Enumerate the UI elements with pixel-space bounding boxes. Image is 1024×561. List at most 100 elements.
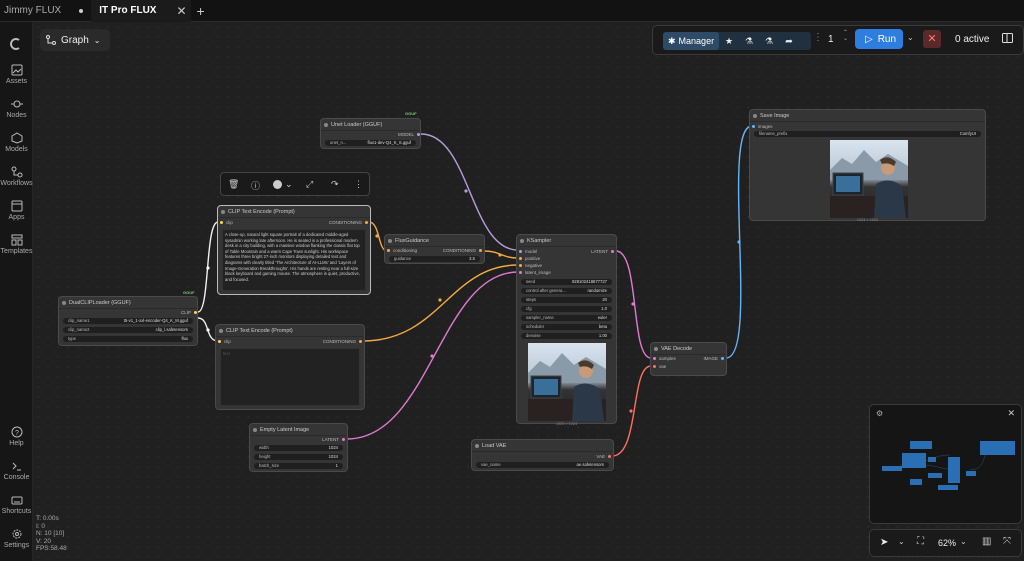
node-clip-text-encode-negative[interactable]: CLIP Text Encode (Prompt) clip CONDITION… xyxy=(215,324,365,410)
node-load-vae[interactable]: Load VAE VAE vae_name ae.safetensors xyxy=(471,439,614,471)
output-conditioning[interactable]: CONDITIONING xyxy=(443,248,483,253)
node-selection-toolbar: 🗑 ⓘ ⌄ ⤢ ↷ ⋮ xyxy=(220,172,370,196)
seed-widget[interactable]: seed 828102418677727 xyxy=(521,279,612,285)
denoise-widget[interactable]: denoise 1.00 xyxy=(521,333,612,339)
chevron-down-icon[interactable]: ⌄ xyxy=(285,179,293,190)
fit-view-icon[interactable]: ⛶ xyxy=(917,536,924,547)
unet-name-widget[interactable]: unet_n... flux1-dev-Q4_K_S.gguf xyxy=(325,140,416,146)
node-title: Load VAE xyxy=(472,440,613,452)
cfg-widget[interactable]: cfg 1.0 xyxy=(521,306,612,312)
bypass-icon[interactable]: ↷ xyxy=(331,179,339,190)
preview-image xyxy=(528,343,606,421)
output-latent[interactable]: LATENT xyxy=(591,249,614,254)
output-image[interactable]: IMAGE xyxy=(703,356,724,361)
widget-label: control after genera... xyxy=(526,288,566,293)
input-model[interactable]: model xyxy=(519,249,537,254)
link-midpoint[interactable] xyxy=(629,409,633,413)
graph-mode-button[interactable]: Graph ⌄ xyxy=(40,29,110,51)
link-midpoint[interactable] xyxy=(737,240,741,244)
stepper-icon[interactable]: ⌃ ⌄ xyxy=(843,30,848,42)
widget-value: 20 xyxy=(602,297,607,302)
chevron-down-icon[interactable]: ⌄ xyxy=(898,537,905,546)
node-vae-decode[interactable]: VAE Decode samples vae IMAGE xyxy=(650,342,727,376)
height-widget[interactable]: height 1024 xyxy=(254,454,343,460)
active-queue-label[interactable]: 0 active xyxy=(955,34,989,45)
saved-image xyxy=(830,140,908,218)
prompt-textarea[interactable]: A close-up, natural light square portrai… xyxy=(222,229,366,291)
node-save-image[interactable]: Save Image images filename_prefix ComfyUI… xyxy=(749,109,986,222)
guidance-widget[interactable]: guidance 3.5 xyxy=(389,256,480,262)
batch-size-widget[interactable]: batch_size 1 xyxy=(254,463,343,469)
input-negative[interactable]: negative xyxy=(519,263,542,268)
flask-edit-icon[interactable]: ⚗ xyxy=(759,36,779,47)
link-visibility-icon[interactable]: ⤧ xyxy=(1003,536,1011,547)
scheduler-widget[interactable]: scheduler beta xyxy=(521,324,612,330)
map-icon[interactable]: ▥ xyxy=(982,536,991,547)
panel-toggle-icon[interactable] xyxy=(1002,33,1013,43)
node-title: CLIP Text Encode (Prompt) xyxy=(218,206,370,218)
star-icon[interactable]: ★ xyxy=(719,36,739,47)
link-midpoint[interactable] xyxy=(375,234,379,238)
fit-view-icon[interactable]: ⤢ xyxy=(306,179,313,190)
link-midpoint[interactable] xyxy=(206,266,210,270)
widget-label: seed xyxy=(526,279,536,284)
input-latent-image[interactable]: latent_image xyxy=(519,270,551,275)
stat-line: FPS:58.48 xyxy=(36,545,67,552)
filename-prefix-widget[interactable]: filename_prefix ComfyUI xyxy=(754,131,981,137)
output-model[interactable]: MODEL xyxy=(398,132,421,137)
manager-button[interactable]: ✱ Manager xyxy=(663,32,720,50)
link-midpoint[interactable] xyxy=(631,302,635,306)
input-conditioning[interactable]: conditioning xyxy=(387,248,417,253)
info-icon[interactable]: ⓘ xyxy=(251,179,260,192)
output-conditioning[interactable]: CONDITIONING xyxy=(323,339,363,344)
widget-value: flux xyxy=(181,336,188,341)
link-midpoint[interactable] xyxy=(206,328,210,332)
input-images[interactable]: images xyxy=(752,124,773,129)
trash-icon[interactable]: 🗑 xyxy=(228,179,239,190)
negative-prompt-textarea[interactable]: text xyxy=(220,348,360,406)
widget-label: denoise xyxy=(526,333,541,338)
select-cursor-icon[interactable]: ➤ xyxy=(880,537,888,548)
output-vae[interactable]: VAE xyxy=(596,454,611,459)
node-unet-loader[interactable]: Unet Loader (GGUF) MODEL unet_n... flux1… xyxy=(320,118,421,149)
input-positive[interactable]: positive xyxy=(519,256,540,261)
node-clip-text-encode-positive[interactable]: CLIP Text Encode (Prompt) clip CONDITION… xyxy=(217,205,371,295)
node-empty-latent-image[interactable]: Empty Latent Image LATENT width 1024 heig… xyxy=(249,423,348,472)
clip-name2-widget[interactable]: clip_name2 clip_l.safetensors xyxy=(63,327,193,333)
flask-icon[interactable]: ⚗ xyxy=(739,36,759,47)
output-clip[interactable]: CLIP xyxy=(181,310,198,315)
type-widget[interactable]: type flux xyxy=(63,336,193,342)
play-icon: ▷ xyxy=(865,33,873,45)
output-latent[interactable]: LATENT xyxy=(322,437,345,442)
link-midpoint[interactable] xyxy=(430,354,434,358)
more-menu-icon[interactable]: ⋮ xyxy=(354,179,363,190)
clip-name1-widget[interactable]: clip_name1 t5-v1_1-xxl-encoder-Q4_K_M.ggu… xyxy=(63,318,193,324)
node-ksampler[interactable]: KSampler model positive negative latent_… xyxy=(516,234,617,426)
output-conditioning[interactable]: CONDITIONING xyxy=(329,220,369,225)
queue-divider-icon: ⋮ xyxy=(813,32,823,43)
vae-name-widget[interactable]: vae_name ae.safetensors xyxy=(476,462,609,468)
link-midpoint[interactable] xyxy=(464,189,468,193)
width-widget[interactable]: width 1024 xyxy=(254,445,343,451)
color-picker-icon[interactable] xyxy=(273,180,282,189)
node-flux-guidance[interactable]: FluxGuidance conditioning CONDITIONING g… xyxy=(384,234,485,264)
link-midpoint[interactable] xyxy=(498,253,502,257)
minimap[interactable]: ⚙ ✕ xyxy=(869,404,1022,524)
input-samples[interactable]: samples xyxy=(653,356,676,361)
share-icon[interactable]: ➦ xyxy=(779,36,799,47)
stop-button[interactable]: ✕ xyxy=(923,30,941,48)
link-midpoint[interactable] xyxy=(438,298,442,302)
zoom-level[interactable]: 62% xyxy=(938,538,956,548)
run-button[interactable]: ▷ Run xyxy=(855,29,903,49)
input-clip[interactable]: clip xyxy=(218,339,231,344)
input-vae[interactable]: vae xyxy=(653,364,666,369)
sampler-name-widget[interactable]: sampler_name euler xyxy=(521,315,612,321)
run-options-chevron-icon[interactable]: ⌄ xyxy=(907,33,914,42)
input-clip[interactable]: clip xyxy=(220,220,233,225)
node-title: KSampler xyxy=(517,235,616,247)
chevron-down-icon[interactable]: ⌄ xyxy=(960,537,967,546)
steps-widget[interactable]: steps 20 xyxy=(521,297,612,303)
node-dual-clip-loader[interactable]: DualCLIPLoader (GGUF) CLIP clip_name1 t5-… xyxy=(58,296,198,346)
control-after-generate-widget[interactable]: control after genera... randomize xyxy=(521,288,612,294)
queue-count-input[interactable]: 1 xyxy=(828,34,834,45)
